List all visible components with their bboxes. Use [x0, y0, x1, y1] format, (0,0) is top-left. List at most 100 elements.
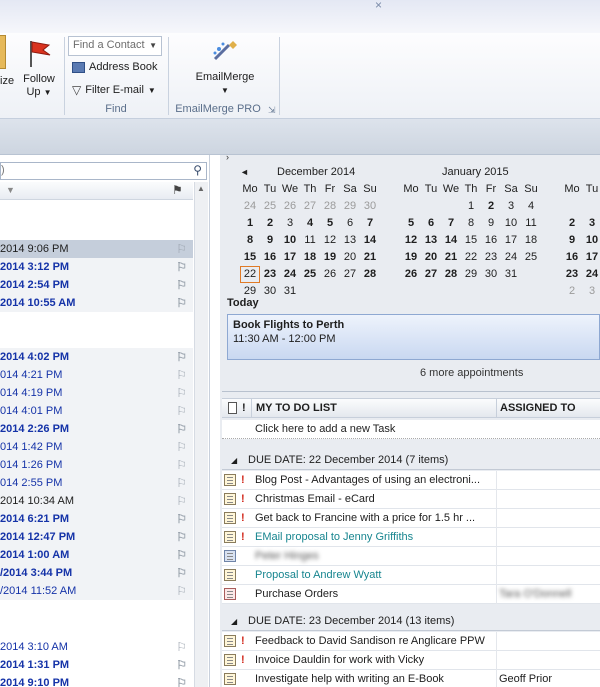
expand-icon[interactable]: ›: [226, 152, 229, 162]
task-row[interactable]: ! Get back to Francine with a price for 1…: [222, 509, 600, 528]
flag-icon[interactable]: ⚐: [176, 510, 187, 528]
mail-row[interactable]: 014 4:21 PM ⚐: [0, 366, 193, 384]
calendar-day[interactable]: 17: [501, 232, 521, 249]
calendar-day[interactable]: 8: [461, 215, 481, 232]
calendar-day[interactable]: 25: [521, 249, 541, 266]
calendar-day[interactable]: 3: [582, 215, 600, 232]
flag-icon[interactable]: ⚐: [176, 420, 187, 438]
importance-header[interactable]: !: [242, 402, 246, 414]
flag-icon[interactable]: ⚐: [176, 492, 187, 510]
emailmerge-button[interactable]: EmailMerge ▼: [190, 39, 260, 97]
prev-month-arrow[interactable]: ◄: [240, 167, 249, 177]
flag-icon[interactable]: ⚐: [176, 638, 187, 656]
calendar-day[interactable]: Tu: [582, 181, 600, 198]
task-row[interactable]: ! Invoice Dauldin for work with Vicky: [222, 651, 600, 670]
calendar-day[interactable]: 1: [240, 215, 260, 232]
calendar-day[interactable]: 4: [300, 215, 320, 232]
calendar-day[interactable]: Mo: [562, 181, 582, 198]
calendar-day[interactable]: 7: [441, 215, 461, 232]
mail-row[interactable]: /2014 11:52 AM ⚐: [0, 582, 193, 600]
calendar-day[interactable]: 16: [481, 232, 501, 249]
dialog-launcher-icon[interactable]: ⇲: [268, 105, 276, 116]
calendar-day[interactable]: 29: [461, 266, 481, 283]
collapse-icon[interactable]: ◢: [231, 612, 237, 631]
calendar-day[interactable]: 24: [582, 266, 600, 283]
task-row[interactable]: Peter Hinges: [222, 547, 600, 566]
calendar-day[interactable]: 16: [260, 249, 280, 266]
mail-row[interactable]: 2014 12:47 PM ⚐: [0, 528, 193, 546]
mail-row[interactable]: 2014 9:10 PM ⚐: [0, 674, 193, 687]
mail-row[interactable]: 2014 1:00 AM ⚐: [0, 546, 193, 564]
collapse-icon[interactable]: ◢: [231, 451, 237, 470]
calendar-day[interactable]: 10: [280, 232, 300, 249]
calendar-day[interactable]: 15: [461, 232, 481, 249]
calendar-day[interactable]: 27: [421, 266, 441, 283]
calendar-day[interactable]: 8: [240, 232, 260, 249]
mail-row[interactable]: 2014 3:10 AM ⚐: [0, 638, 193, 656]
calendar-day[interactable]: 21: [441, 249, 461, 266]
calendar-day[interactable]: 11: [300, 232, 320, 249]
calendar-day[interactable]: 28: [360, 266, 380, 283]
task-row[interactable]: Investigate help with writing an E-Book G…: [222, 670, 600, 687]
mail-row[interactable]: 2014 9:06 PM ⚐: [0, 240, 193, 258]
mail-row[interactable]: 2014 3:12 PM ⚐: [0, 258, 193, 276]
calendar-day[interactable]: 31: [280, 283, 300, 300]
due-date-group-1[interactable]: ◢ DUE DATE: 22 December 2014 (7 items): [222, 451, 600, 470]
calendar-day[interactable]: 16: [562, 249, 582, 266]
calendar-day[interactable]: 12: [401, 232, 421, 249]
calendar-day[interactable]: 22: [461, 249, 481, 266]
task-type-header-icon[interactable]: [228, 402, 237, 414]
calendar-day[interactable]: 12: [320, 232, 340, 249]
calendar-day[interactable]: 23: [481, 249, 501, 266]
calendar-day[interactable]: 11: [521, 215, 541, 232]
calendar-day[interactable]: 23: [562, 266, 582, 283]
appointment-item[interactable]: Book Flights to Perth 11:30 AM - 12:00 P…: [227, 314, 600, 360]
mail-row[interactable]: 2014 6:21 PM ⚐: [0, 510, 193, 528]
assigned-to-header[interactable]: ASSIGNED TO: [500, 402, 576, 414]
filter-email-button[interactable]: ▽ Filter E-mail ▼: [72, 83, 156, 97]
calendar-day[interactable]: 5: [401, 215, 421, 232]
mail-row[interactable]: 2014 10:34 AM ⚐: [0, 492, 193, 510]
calendar-day[interactable]: 6: [421, 215, 441, 232]
mail-row[interactable]: 014 2:55 PM ⚐: [0, 474, 193, 492]
mail-row[interactable]: 2014 2:26 PM ⚐: [0, 420, 193, 438]
mail-row[interactable]: 014 1:26 PM ⚐: [0, 456, 193, 474]
task-row[interactable]: ! Blog Post - Advantages of using an elec…: [222, 471, 600, 490]
calendar-day[interactable]: 19: [401, 249, 421, 266]
calendar-day[interactable]: 6: [340, 215, 360, 232]
calendar-day[interactable]: 20: [340, 249, 360, 266]
calendar-day[interactable]: 20: [421, 249, 441, 266]
calendar-day-other-month[interactable]: 25: [260, 198, 280, 215]
mail-row[interactable]: 2014 2:54 PM ⚐: [0, 276, 193, 294]
calendar-day[interactable]: 26: [320, 266, 340, 283]
calendar-day[interactable]: 19: [320, 249, 340, 266]
address-book-button[interactable]: Address Book: [72, 61, 157, 73]
calendar-day[interactable]: 10: [582, 232, 600, 249]
task-row[interactable]: ! EMail proposal to Jenny Griffiths: [222, 528, 600, 547]
calendar-day[interactable]: 18: [521, 232, 541, 249]
calendar-day[interactable]: 30: [481, 266, 501, 283]
mail-row[interactable]: 2014 1:31 PM ⚐: [0, 656, 193, 674]
flag-header-icon[interactable]: ⚑: [172, 183, 183, 197]
calendar-day[interactable]: 17: [582, 249, 600, 266]
calendar-day[interactable]: 7: [360, 215, 380, 232]
todo-title[interactable]: MY TO DO LIST: [256, 402, 337, 414]
calendar-day[interactable]: 2: [481, 198, 501, 215]
calendar-day[interactable]: 31: [501, 266, 521, 283]
calendar-day[interactable]: 9: [481, 215, 501, 232]
mail-row[interactable]: 014 1:42 PM ⚐: [0, 438, 193, 456]
flag-icon[interactable]: ⚐: [176, 674, 187, 687]
flag-icon[interactable]: ⚐: [176, 582, 187, 600]
mail-column-header[interactable]: ▼ ⚑: [0, 182, 193, 200]
calendar-day-other-month[interactable]: 26: [280, 198, 300, 215]
calendar-day[interactable]: 10: [501, 215, 521, 232]
close-icon[interactable]: ×: [375, 0, 382, 12]
calendar-day[interactable]: 14: [441, 232, 461, 249]
flag-icon[interactable]: ⚐: [176, 348, 187, 366]
more-appointments-link[interactable]: 6 more appointments: [420, 367, 523, 379]
flag-icon[interactable]: ⚐: [176, 564, 187, 582]
calendar-day[interactable]: 17: [280, 249, 300, 266]
calendar-day[interactable]: 24: [280, 266, 300, 283]
flag-icon[interactable]: ⚐: [176, 546, 187, 564]
calendar-day[interactable]: 4: [521, 198, 541, 215]
